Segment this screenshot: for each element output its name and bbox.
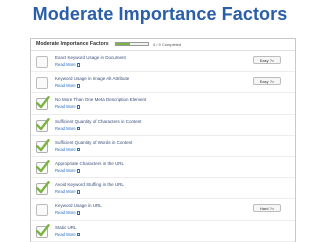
factor-row: Keyword Usage in Image Alt Attribute Read… bbox=[31, 72, 295, 94]
factor-checkbox[interactable] bbox=[36, 77, 48, 90]
factor-row: Appropriate Characters in the URL Read Mo… bbox=[31, 157, 295, 179]
checkmark-icon bbox=[36, 160, 50, 173]
factor-row: Sufficient Quantity of Characters in Con… bbox=[31, 115, 295, 136]
read-more-link[interactable]: Read More bbox=[55, 104, 81, 110]
factor-row: No More Than One Meta Description Elemen… bbox=[31, 93, 295, 115]
panel-title: Moderate Importance Factors bbox=[36, 41, 109, 47]
progress-text: 4 / 9 Completed bbox=[153, 41, 182, 47]
progress-bar bbox=[115, 42, 149, 46]
checkmark-icon bbox=[36, 181, 50, 194]
factor-checkbox[interactable] bbox=[36, 223, 50, 238]
external-link-icon bbox=[76, 232, 81, 237]
difficulty-button[interactable]: Easy ?> bbox=[253, 77, 281, 86]
factor-checkbox[interactable] bbox=[36, 204, 48, 217]
factor-row: Keyword Usage in URL Read More Hard ?> bbox=[31, 199, 295, 221]
read-more-text: Read More bbox=[55, 62, 76, 67]
factor-row: Exact Keyword Usage in Document Read More… bbox=[31, 51, 295, 73]
factor-checkbox[interactable] bbox=[36, 160, 50, 174]
difficulty-button[interactable]: Easy ?> bbox=[253, 56, 281, 64]
factor-label: Appropriate Characters in the URL bbox=[55, 161, 125, 166]
checkmark-icon bbox=[36, 223, 50, 236]
read-more-text: Read More bbox=[55, 146, 76, 152]
read-more-text: Read More bbox=[55, 210, 76, 216]
read-more-link[interactable]: Read More bbox=[55, 168, 81, 173]
read-more-link[interactable]: Read More bbox=[55, 83, 81, 89]
read-more-text: Read More bbox=[55, 231, 76, 237]
read-more-text: Read More bbox=[55, 168, 76, 173]
read-more-link[interactable]: Read More bbox=[55, 189, 81, 195]
external-link-icon bbox=[76, 126, 81, 131]
read-more-text: Read More bbox=[55, 104, 76, 110]
factor-checkbox[interactable] bbox=[36, 181, 50, 196]
checkmark-icon bbox=[36, 138, 50, 151]
external-link-icon bbox=[76, 190, 81, 194]
factor-label: Keyword Usage in URL bbox=[55, 203, 102, 209]
read-more-text: Read More bbox=[55, 83, 76, 89]
factor-row: Static URL Read More bbox=[31, 221, 295, 242]
factor-row: Sufficient Quantity of Words in Content R… bbox=[31, 136, 295, 157]
factor-label: No More Than One Meta Description Elemen… bbox=[55, 97, 147, 103]
factor-checkbox[interactable] bbox=[36, 138, 50, 153]
checkmark-icon bbox=[36, 96, 50, 109]
factor-label: Sufficient Quantity of Words in Content bbox=[55, 139, 133, 145]
read-more-link[interactable]: Read More bbox=[55, 210, 81, 216]
external-link-icon bbox=[76, 84, 81, 88]
factor-label: Static URL bbox=[55, 224, 77, 230]
external-link-icon bbox=[76, 211, 81, 215]
factor-checkbox[interactable] bbox=[36, 56, 48, 68]
read-more-text: Read More bbox=[55, 189, 76, 195]
factor-checkbox[interactable] bbox=[36, 96, 50, 111]
read-more-link[interactable]: Read More bbox=[55, 231, 81, 237]
factors-panel: Moderate Importance Factors 4 / 9 Comple… bbox=[30, 38, 296, 242]
read-more-link[interactable]: Read More bbox=[55, 125, 81, 131]
progress-fill bbox=[116, 43, 131, 45]
read-more-link[interactable]: Read More bbox=[55, 62, 81, 67]
factor-label: Keyword Usage in Image Alt Attribute bbox=[55, 76, 130, 82]
panel-header: Moderate Importance Factors 4 / 9 Comple… bbox=[31, 39, 295, 51]
factor-label: Sufficient Quantity of Characters in Con… bbox=[55, 118, 142, 124]
factor-label: Avoid Keyword Stuffing in the URL bbox=[55, 182, 124, 188]
read-more-text: Read More bbox=[55, 125, 76, 131]
factor-row: Avoid Keyword Stuffing in the URL Read Mo… bbox=[31, 178, 295, 200]
external-link-icon bbox=[76, 147, 81, 152]
slide-title: Moderate Importance Factors bbox=[32, 4, 288, 24]
checkmark-icon bbox=[36, 117, 50, 130]
difficulty-button[interactable]: Hard ?> bbox=[253, 204, 281, 213]
external-link-icon bbox=[76, 105, 81, 109]
external-link-icon bbox=[76, 63, 81, 67]
factor-checkbox[interactable] bbox=[36, 117, 50, 132]
external-link-icon bbox=[76, 169, 81, 173]
factor-label: Exact Keyword Usage in Document bbox=[55, 55, 126, 60]
read-more-link[interactable]: Read More bbox=[55, 146, 81, 152]
